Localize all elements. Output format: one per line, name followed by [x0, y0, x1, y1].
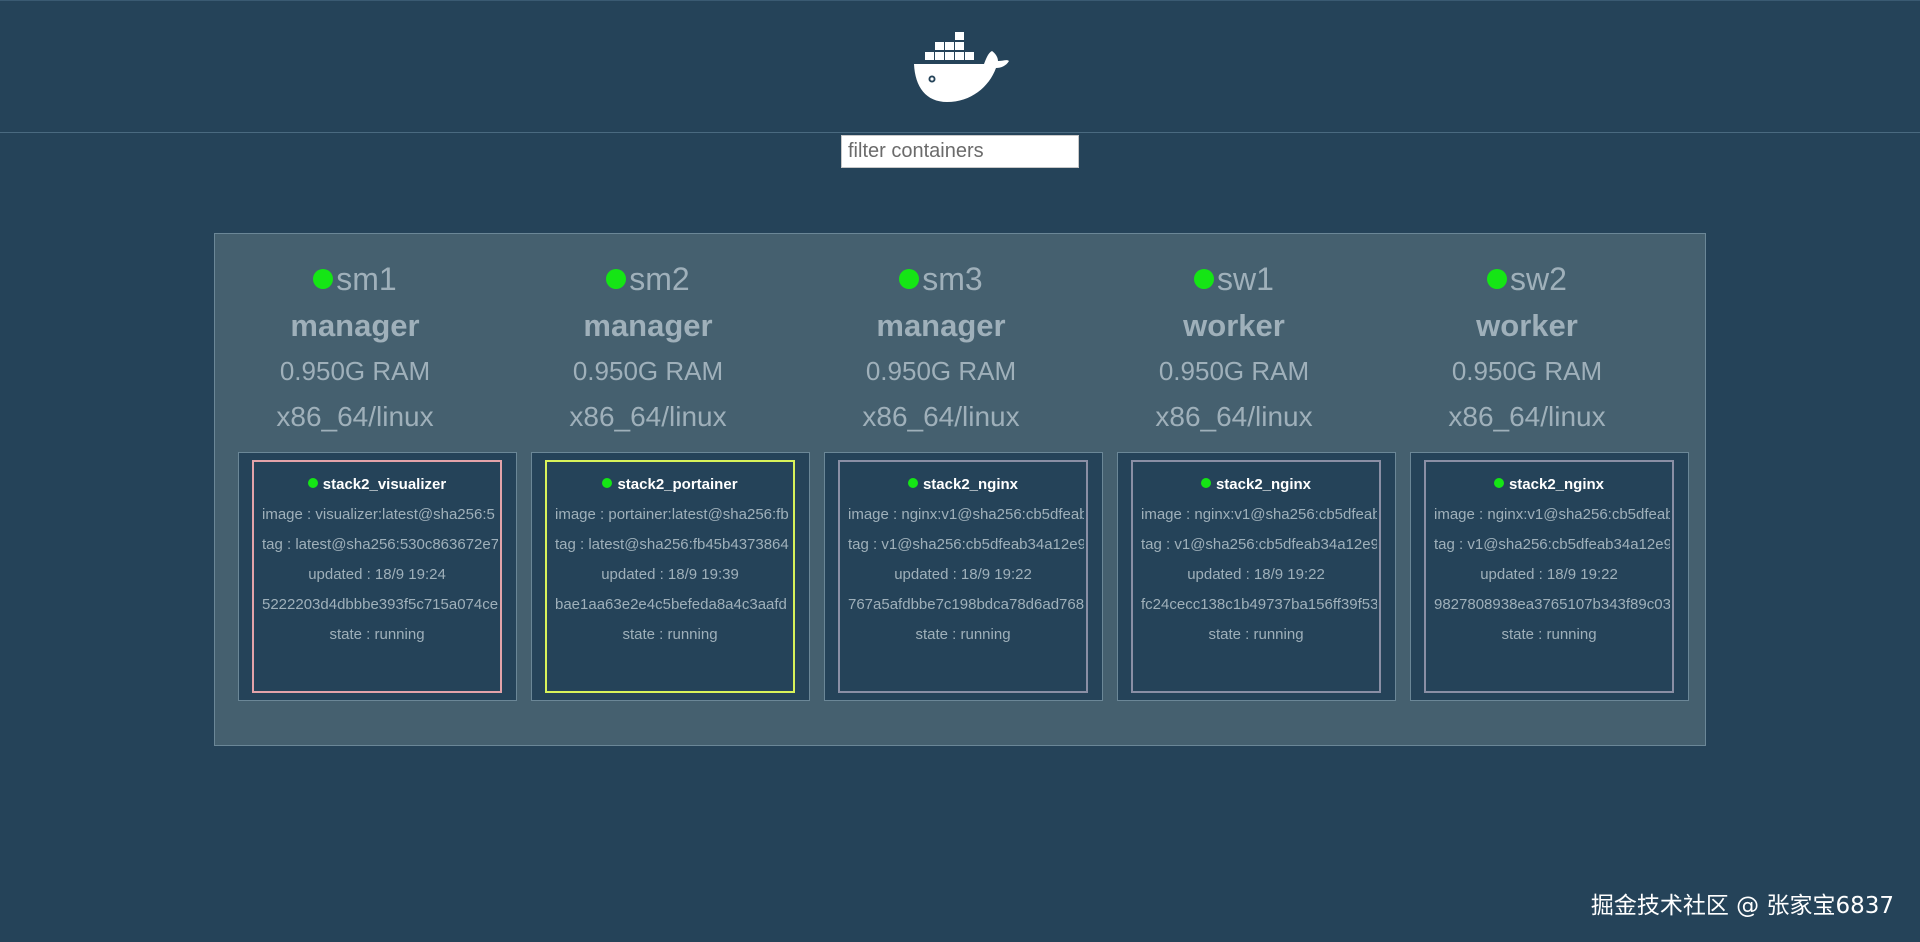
node-status-dot-icon	[899, 268, 920, 289]
task-name: stack2_nginx	[922, 476, 1019, 493]
task-state: state : running	[1501, 626, 1597, 643]
task-state: state : running	[329, 626, 425, 643]
task-image: image : nginx:v1@sha256:cb5dfeab	[1141, 506, 1377, 523]
node-arch: x86_64/linux	[1155, 401, 1313, 432]
node-name-line: sw1	[1095, 258, 1373, 300]
header-bar	[0, 0, 1920, 133]
task-id: fc24cecc138c1b49737ba156ff39f53	[1141, 596, 1377, 613]
node-name-line: sm1	[216, 258, 494, 300]
filter-containers-input[interactable]	[841, 135, 1079, 168]
task-id: bae1aa63e2e4c5befeda8a4c3aafd	[555, 596, 787, 613]
node-ram: 0.950G RAM	[1451, 356, 1603, 386]
node-role: manager	[583, 308, 713, 343]
node-role: manager	[290, 308, 420, 343]
task-tag: tag : latest@sha256:fb45b4373864	[555, 536, 789, 553]
task-updated: updated : 18/9 19:22	[894, 566, 1032, 583]
task-image: image : visualizer:latest@sha256:5	[262, 506, 495, 523]
task-tag: tag : v1@sha256:cb5dfeab34a12e9	[1141, 536, 1377, 553]
task-state: state : running	[915, 626, 1011, 643]
task-tag: tag : latest@sha256:530c863672e7	[262, 536, 498, 553]
node-arch: x86_64/linux	[862, 401, 1020, 432]
task-card[interactable]: stack2_nginx image : nginx:v1@sha256:cb5…	[1424, 460, 1674, 693]
task-updated: updated : 18/9 19:24	[308, 566, 446, 583]
cluster-panel: sm1 manager 0.950G RAM x86_64/linux stac…	[214, 233, 1706, 746]
task-id: 767a5afdbbe7c198bdca78d6ad768	[848, 596, 1084, 613]
task-title: stack2_visualizer	[254, 475, 500, 495]
task-title: stack2_portainer	[547, 475, 793, 495]
task-container: stack2_portainer image : portainer:lates…	[531, 452, 810, 701]
task-container: stack2_nginx image : nginx:v1@sha256:cb5…	[824, 452, 1103, 701]
node-arch: x86_64/linux	[276, 401, 434, 432]
node-role: worker	[1476, 308, 1578, 343]
task-card[interactable]: stack2_nginx image : nginx:v1@sha256:cb5…	[1131, 460, 1381, 693]
node-name: sm2	[629, 261, 690, 297]
node-arch: x86_64/linux	[1448, 401, 1606, 432]
node-ram: 0.950G RAM	[279, 356, 431, 386]
node-role: manager	[876, 308, 1006, 343]
node-name: sw2	[1510, 261, 1567, 297]
task-name: stack2_portainer	[617, 476, 738, 493]
task-title: stack2_nginx	[1133, 475, 1379, 495]
node-name-line: sw2	[1388, 258, 1666, 300]
task-state: state : running	[1208, 626, 1304, 643]
task-name: stack2_nginx	[1508, 476, 1605, 493]
task-title: stack2_nginx	[1426, 475, 1672, 495]
task-image: image : nginx:v1@sha256:cb5dfeab	[848, 506, 1084, 523]
task-image: image : nginx:v1@sha256:cb5dfeab	[1434, 506, 1670, 523]
task-id: 9827808938ea3765107b343f89c03	[1434, 596, 1670, 613]
node-status-dot-icon	[1194, 268, 1215, 289]
node-name-line: sm3	[802, 258, 1080, 300]
task-card[interactable]: stack2_visualizer image : visualizer:lat…	[252, 460, 502, 693]
task-name: stack2_visualizer	[322, 476, 447, 493]
node-role: worker	[1183, 308, 1285, 343]
node-column: sm3 manager 0.950G RAM x86_64/linux stac…	[802, 234, 1103, 747]
node-ram: 0.950G RAM	[865, 356, 1017, 386]
watermark-text: 掘金技术社区 @ 张家宝6837	[1590, 893, 1894, 919]
task-status-dot-icon	[1200, 478, 1211, 488]
task-status-dot-icon	[907, 478, 918, 488]
task-status-dot-icon	[1493, 478, 1504, 488]
task-container: stack2_nginx image : nginx:v1@sha256:cb5…	[1410, 452, 1689, 701]
node-status-dot-icon	[606, 268, 627, 289]
task-tag: tag : v1@sha256:cb5dfeab34a12e9	[1434, 536, 1670, 553]
task-id: 5222203d4dbbbe393f5c715a074ce	[262, 596, 498, 613]
task-name: stack2_nginx	[1215, 476, 1312, 493]
node-column: sm2 manager 0.950G RAM x86_64/linux stac…	[509, 234, 810, 747]
task-status-dot-icon	[602, 478, 613, 488]
task-state: state : running	[622, 626, 718, 643]
node-ram: 0.950G RAM	[1158, 356, 1310, 386]
task-image: image : portainer:latest@sha256:fb	[555, 506, 789, 523]
task-updated: updated : 18/9 19:39	[601, 566, 739, 583]
task-tag: tag : v1@sha256:cb5dfeab34a12e9	[848, 536, 1084, 553]
node-status-dot-icon	[313, 268, 334, 289]
node-name-line: sm2	[509, 258, 787, 300]
task-container: stack2_visualizer image : visualizer:lat…	[238, 452, 517, 701]
task-status-dot-icon	[307, 478, 318, 488]
node-arch: x86_64/linux	[569, 401, 727, 432]
node-name: sm1	[336, 261, 397, 297]
task-title: stack2_nginx	[840, 475, 1086, 495]
task-updated: updated : 18/9 19:22	[1480, 566, 1618, 583]
task-updated: updated : 18/9 19:22	[1187, 566, 1325, 583]
node-name: sw1	[1217, 261, 1274, 297]
node-column: sw2 worker 0.950G RAM x86_64/linux stack…	[1388, 234, 1689, 747]
task-card[interactable]: stack2_nginx image : nginx:v1@sha256:cb5…	[838, 460, 1088, 693]
visualizer-page: sm1 manager 0.950G RAM x86_64/linux stac…	[0, 0, 1920, 942]
node-ram: 0.950G RAM	[572, 356, 724, 386]
node-status-dot-icon	[1487, 268, 1508, 289]
docker-logo-icon	[914, 32, 1009, 102]
node-column: sm1 manager 0.950G RAM x86_64/linux stac…	[216, 234, 517, 747]
task-container: stack2_nginx image : nginx:v1@sha256:cb5…	[1117, 452, 1396, 701]
task-card[interactable]: stack2_portainer image : portainer:lates…	[545, 460, 795, 693]
node-name: sm3	[922, 261, 983, 297]
node-column: sw1 worker 0.950G RAM x86_64/linux stack…	[1095, 234, 1396, 747]
